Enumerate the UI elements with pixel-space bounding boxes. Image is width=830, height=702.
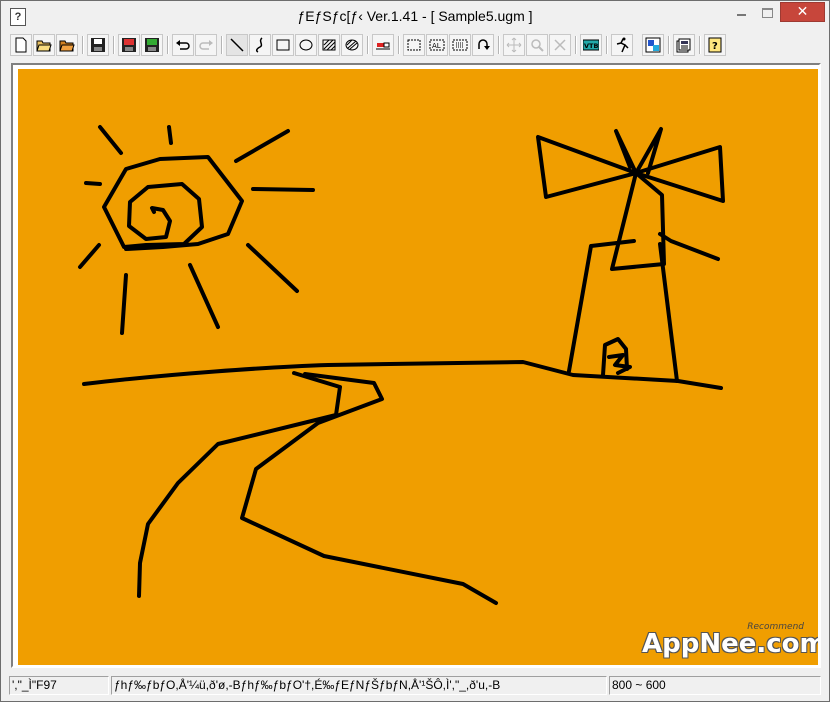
save-green-button[interactable] <box>141 34 163 56</box>
rectangle-tool-button[interactable] <box>272 34 294 56</box>
zoom-icon <box>531 39 544 52</box>
sun-ray <box>84 181 102 186</box>
toolbar-separator <box>575 36 577 54</box>
undo-button[interactable] <box>172 34 194 56</box>
save-disk-green-icon <box>145 38 159 52</box>
rectangle-tool-icon <box>276 39 290 51</box>
animate-icon <box>616 37 629 53</box>
select-all-icon: AL <box>429 39 445 51</box>
properties-button[interactable] <box>673 34 695 56</box>
properties-icon <box>676 38 691 53</box>
eraser-icon <box>376 42 390 50</box>
window-title: ƒEƒSƒc[ƒ‹ Ver.1.41 - [ Sample5.ugm ] <box>297 8 533 24</box>
svg-text:?: ? <box>712 41 718 52</box>
open-recent-button[interactable] <box>56 34 78 56</box>
new-file-icon <box>15 37 27 53</box>
status-panel-middle: ƒhƒ‰ƒbƒO,Å'¼ü,ð'ø,-Bƒhƒ‰ƒbƒO'†,É‰ƒEƒNƒŠƒ… <box>111 676 607 695</box>
drawing-area[interactable]: AppNee.com Recommend <box>11 63 821 668</box>
rotate-icon <box>478 39 490 50</box>
filled-rect-tool-icon <box>322 39 336 51</box>
close-button[interactable]: ✕ <box>780 2 825 22</box>
toolbar-separator <box>606 36 608 54</box>
select-rect-button[interactable] <box>403 34 425 56</box>
sun-ray <box>251 187 315 192</box>
redo-button[interactable] <box>195 34 217 56</box>
move-button[interactable] <box>503 34 525 56</box>
minimize-icon <box>737 14 746 16</box>
status-panel-right: 800 ~ 600 <box>609 676 821 695</box>
svg-text:AL: AL <box>432 42 441 50</box>
watermark-subtext: Recommend <box>747 622 804 632</box>
toolbar-separator <box>699 36 701 54</box>
line-tool-icon <box>230 38 244 52</box>
close-icon: ✕ <box>796 4 809 20</box>
toolbar-separator <box>398 36 400 54</box>
sun-ray <box>167 125 173 145</box>
open-folder-icon <box>36 40 52 52</box>
ellipse-tool-icon <box>299 39 313 51</box>
toolbar-separator <box>221 36 223 54</box>
redo-icon <box>199 40 213 50</box>
vtb-button[interactable]: VTB <box>580 34 602 56</box>
select-grid-icon <box>452 39 468 51</box>
drawing-canvas[interactable]: AppNee.com Recommend <box>18 69 818 665</box>
watermark-text: AppNee.com <box>642 629 818 659</box>
line-tool-button[interactable] <box>226 34 248 56</box>
filled-ellipse-tool-icon <box>345 39 359 51</box>
status-bar: ',"_Ì"F97 ƒhƒ‰ƒbƒO,Å'¼ü,ð'ø,-Bƒhƒ‰ƒbƒO'†… <box>1 674 829 698</box>
select-rect-icon <box>407 39 421 51</box>
ellipse-tool-button[interactable] <box>295 34 317 56</box>
vtb-icon: VTB <box>583 39 599 51</box>
open-folder-icon-2 <box>59 40 75 52</box>
filled-ellipse-tool-button[interactable] <box>341 34 363 56</box>
eraser-button[interactable] <box>372 34 394 56</box>
rotate-button[interactable] <box>472 34 494 56</box>
delete-button[interactable] <box>549 34 571 56</box>
toolbar-separator <box>82 36 84 54</box>
delete-icon <box>554 39 566 51</box>
app-window: ? ƒEƒSƒc[ƒ‹ Ver.1.41 - [ Sample5.ugm ] ✕ <box>0 0 830 702</box>
save-button[interactable] <box>87 34 109 56</box>
status-panel-left: ',"_Ì"F97 <box>9 676 109 695</box>
select-grid-button[interactable] <box>449 34 471 56</box>
save-disk-icon <box>91 38 105 52</box>
freehand-tool-button[interactable] <box>249 34 271 56</box>
toolbar-separator <box>113 36 115 54</box>
toolbar-separator <box>167 36 169 54</box>
save-red-button[interactable] <box>118 34 140 56</box>
save-disk-red-icon <box>122 38 136 52</box>
palette-button[interactable] <box>642 34 664 56</box>
filled-rect-tool-button[interactable] <box>318 34 340 56</box>
maximize-button[interactable] <box>754 2 780 22</box>
toolbar-separator <box>668 36 670 54</box>
appnee-watermark: AppNee.com Recommend <box>642 622 818 665</box>
help-icon: ? <box>708 37 722 53</box>
zoom-button[interactable] <box>526 34 548 56</box>
toolbar-separator <box>367 36 369 54</box>
animate-button[interactable] <box>611 34 633 56</box>
move-icon <box>506 37 522 53</box>
freehand-tool-icon <box>255 37 263 53</box>
help-button[interactable]: ? <box>704 34 726 56</box>
drawing-svg[interactable] <box>18 69 818 665</box>
open-file-button[interactable] <box>33 34 55 56</box>
toolbar-separator <box>498 36 500 54</box>
undo-icon <box>176 40 190 50</box>
title-bar[interactable]: ? ƒEƒSƒc[ƒ‹ Ver.1.41 - [ Sample5.ugm ] ✕ <box>1 1 829 31</box>
maximize-icon <box>762 8 773 18</box>
new-file-button[interactable] <box>10 34 32 56</box>
palette-icon <box>645 37 661 53</box>
svg-text:VTB: VTB <box>584 42 598 50</box>
select-all-button[interactable]: AL <box>426 34 448 56</box>
minimize-button[interactable] <box>728 2 754 22</box>
